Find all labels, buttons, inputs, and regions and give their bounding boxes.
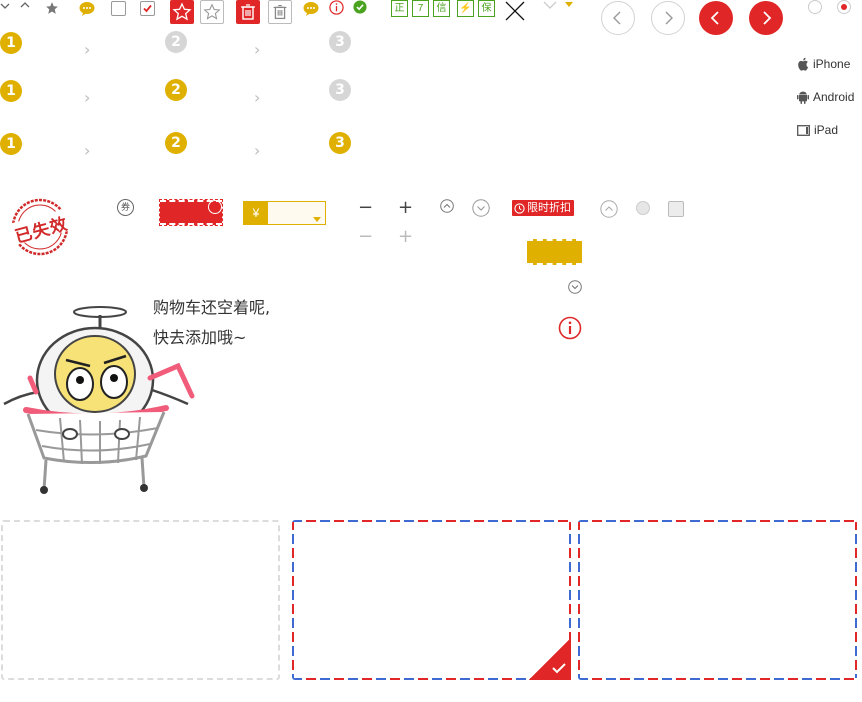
chevron-down-icon[interactable] (543, 0, 557, 15)
chat-bubble-icon[interactable] (303, 1, 319, 22)
chevron-right-icon: › (254, 40, 261, 59)
credit-badge: 信 (433, 0, 450, 17)
prev-button[interactable] (601, 1, 635, 35)
plus-button-disabled[interactable]: + (398, 228, 413, 246)
expired-stamp: 已失效 (0, 196, 82, 258)
platform-label: Android (813, 90, 855, 104)
chevron-right-icon: › (84, 141, 91, 160)
chevron-down-icon[interactable] (0, 0, 10, 16)
step-circle: 3 (329, 79, 351, 101)
star-icon[interactable] (45, 1, 59, 20)
checkbox-disabled[interactable] (668, 201, 684, 217)
check-green-icon[interactable] (353, 0, 367, 19)
radio-unchecked[interactable] (808, 0, 822, 14)
step-circle: 2 (165, 79, 187, 101)
chevron-down-circle-icon[interactable] (472, 199, 490, 222)
checkbox-checked-icon[interactable] (140, 1, 155, 16)
seven-day-badge: 7 (412, 0, 429, 17)
chat-bubble-icon[interactable] (79, 1, 95, 22)
empty-cart-illustration (3, 306, 195, 494)
prev-button-active[interactable] (699, 1, 733, 35)
info-red-icon[interactable] (558, 316, 582, 345)
chevron-right-icon: › (254, 88, 261, 107)
selected-corner (529, 638, 571, 680)
coupon-circle-icon (208, 200, 222, 214)
step-circle: 3 (329, 132, 351, 154)
address-card-selected[interactable] (292, 520, 571, 680)
chevron-up-circle-icon[interactable] (440, 199, 454, 218)
platform-label: iPhone (813, 57, 851, 71)
step-circle: 2 (165, 31, 187, 53)
check-icon (552, 663, 566, 674)
platform-label: iPad (814, 123, 839, 137)
coupon-circle-icon[interactable]: 券 (117, 199, 134, 216)
platform-iphone[interactable]: iPhone (797, 57, 850, 71)
plus-button[interactable]: + (398, 199, 413, 217)
next-button-active[interactable] (749, 1, 783, 35)
caret-down-icon (313, 210, 321, 228)
star-outline-icon[interactable] (200, 0, 224, 24)
step-circle: 3 (329, 31, 351, 53)
chevron-up-circle-icon[interactable] (600, 200, 618, 223)
apple-icon (798, 57, 808, 71)
currency-dropdown[interactable]: ¥ (243, 201, 326, 225)
fast-badge: ⚡ (457, 0, 474, 17)
step-circle: 1 (0, 133, 22, 155)
caret-down-icon (564, 0, 574, 14)
radio-checked[interactable] (837, 0, 851, 14)
minus-button-disabled[interactable]: − (358, 228, 373, 246)
platform-android[interactable]: Android (797, 90, 854, 104)
address-card-empty[interactable] (1, 520, 280, 680)
step-circle: 1 (0, 32, 22, 54)
trash-red-icon[interactable] (236, 0, 260, 24)
android-icon (797, 91, 809, 104)
chevron-down-circle-icon[interactable] (568, 280, 582, 299)
close-icon[interactable] (505, 1, 525, 26)
chevron-right-icon: › (84, 88, 91, 107)
checkbox-unchecked-icon[interactable] (111, 1, 126, 16)
guarantee-badge: 正 (391, 0, 408, 17)
platform-ipad[interactable]: iPad (797, 123, 838, 137)
next-button[interactable] (651, 1, 685, 35)
minus-button[interactable]: − (358, 199, 373, 217)
tablet-icon (797, 124, 810, 136)
step-circle: 2 (165, 132, 187, 154)
radio-disabled[interactable] (636, 201, 650, 215)
chevron-right-icon: › (254, 141, 261, 160)
limited-label: 限时折扣 (527, 202, 571, 214)
limited-discount-tag: 限时折扣 (512, 200, 574, 216)
trash-outline-icon[interactable] (268, 0, 292, 24)
coupon-red-tag[interactable] (159, 199, 223, 226)
chevron-right-icon: › (84, 40, 91, 59)
chevron-up-icon[interactable] (20, 0, 30, 15)
currency-symbol: ¥ (244, 202, 268, 224)
star-red-icon[interactable] (170, 0, 194, 24)
protect-badge: 保 (478, 0, 495, 17)
address-card[interactable] (578, 520, 857, 680)
gold-tag (527, 239, 582, 265)
info-red-icon[interactable] (329, 0, 344, 20)
step-circle: 1 (0, 80, 22, 102)
clock-icon (514, 202, 525, 214)
